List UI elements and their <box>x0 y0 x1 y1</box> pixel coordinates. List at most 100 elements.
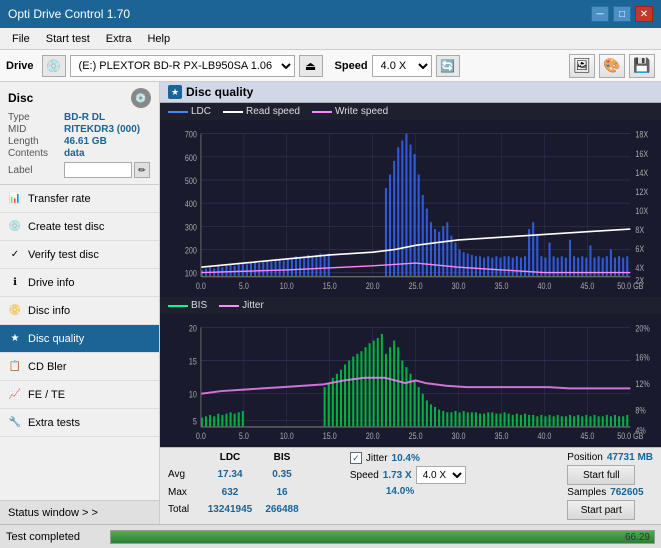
svg-text:30.0: 30.0 <box>452 430 466 441</box>
svg-text:10: 10 <box>189 389 197 400</box>
svg-text:45.0: 45.0 <box>580 430 594 441</box>
extra-tests-icon: 🔧 <box>8 416 22 430</box>
close-button[interactable]: ✕ <box>635 6 653 22</box>
svg-text:600: 600 <box>185 152 197 163</box>
svg-text:10.0: 10.0 <box>280 430 294 441</box>
fe-te-icon: 📈 <box>8 388 22 402</box>
total-bis: 266488 <box>260 504 304 520</box>
nav-transfer-rate[interactable]: 📊 Transfer rate <box>0 185 159 213</box>
drivebar: Drive 💿 (E:) PLEXTOR BD-R PX-LB950SA 1.0… <box>0 50 661 82</box>
samples-label: Samples <box>567 487 606 498</box>
nav-disc-quality[interactable]: ★ Disc quality <box>0 325 159 353</box>
chart-header: ★ Disc quality <box>160 82 661 103</box>
transfer-rate-icon: 📊 <box>8 192 22 206</box>
speed-stat-label: Speed <box>350 470 379 481</box>
svg-text:12X: 12X <box>635 186 648 197</box>
speed-stat-select[interactable]: 4.0 X <box>416 466 466 484</box>
nav-drive-info[interactable]: ℹ Drive info <box>0 269 159 297</box>
drive-info-icon: ℹ <box>8 276 22 290</box>
type-key: Type <box>8 112 64 123</box>
svg-text:40.0: 40.0 <box>537 280 551 291</box>
svg-text:40.0: 40.0 <box>537 430 551 441</box>
bottom-bar: Test completed 66.29 <box>0 524 661 548</box>
svg-text:30.0: 30.0 <box>452 280 466 291</box>
nav-transfer-rate-label: Transfer rate <box>28 193 91 205</box>
chart-title-icon: ★ <box>168 85 182 99</box>
completion-value: 66.29 <box>625 531 650 545</box>
disc-quality-icon: ★ <box>8 332 22 346</box>
eject-button[interactable]: ⏏ <box>299 55 323 77</box>
status-window-label: Status window > > <box>8 507 98 519</box>
position-label: Position <box>567 452 603 463</box>
jitter-avg: 10.4% <box>392 453 420 464</box>
svg-text:16%: 16% <box>635 352 650 363</box>
verify-test-disc-icon: ✓ <box>8 248 22 262</box>
progress-bar-fill <box>111 531 654 543</box>
progress-bar: 66.29 <box>110 530 655 544</box>
svg-text:400: 400 <box>185 198 197 209</box>
svg-text:4X: 4X <box>635 262 644 273</box>
toolbar-btn-1[interactable]: 🖼 <box>569 54 595 78</box>
drive-select[interactable]: (E:) PLEXTOR BD-R PX-LB950SA 1.06 <box>70 55 295 77</box>
toolbar-btn-3[interactable]: 💾 <box>629 54 655 78</box>
nav-verify-test-disc-label: Verify test disc <box>28 249 99 261</box>
svg-text:100: 100 <box>185 268 197 279</box>
svg-text:5: 5 <box>193 415 197 426</box>
minimize-button[interactable]: ─ <box>591 6 609 22</box>
menu-help[interactable]: Help <box>139 31 178 47</box>
nav-create-test-disc-label: Create test disc <box>28 221 104 233</box>
bottom-chart: 20 15 10 5 20% 16% 12% 8% 4% 0.0 5.0 10.… <box>160 314 661 447</box>
jitter-color <box>219 305 239 307</box>
disc-info-icon: 📀 <box>8 304 22 318</box>
speed-label: Speed <box>335 60 368 72</box>
main-layout: Disc 💿 Type BD-R DL MID RITEKDR3 (000) L… <box>0 82 661 524</box>
label-input[interactable] <box>64 162 132 178</box>
start-full-button[interactable]: Start full <box>567 465 635 485</box>
stats-empty <box>168 452 200 468</box>
menu-start-test[interactable]: Start test <box>38 31 98 47</box>
stats-grid: LDC BIS Avg 17.34 0.35 Max 632 16 Total … <box>168 452 346 520</box>
stats-bar: LDC BIS Avg 17.34 0.35 Max 632 16 Total … <box>160 447 661 524</box>
nav-cd-bier-label: CD Bler <box>28 361 67 373</box>
menu-file[interactable]: File <box>4 31 38 47</box>
status-window-button[interactable]: Status window > > <box>0 500 159 524</box>
nav-fe-te-label: FE / TE <box>28 389 65 401</box>
total-ldc: 13241945 <box>204 504 256 520</box>
nav-verify-test-disc[interactable]: ✓ Verify test disc <box>0 241 159 269</box>
nav-disc-quality-label: Disc quality <box>28 333 84 345</box>
nav-extra-tests[interactable]: 🔧 Extra tests <box>0 409 159 437</box>
sidebar: Disc 💿 Type BD-R DL MID RITEKDR3 (000) L… <box>0 82 160 524</box>
svg-text:14X: 14X <box>635 167 648 178</box>
create-test-disc-icon: 💿 <box>8 220 22 234</box>
svg-text:15: 15 <box>189 356 197 367</box>
nav-disc-info[interactable]: 📀 Disc info <box>0 297 159 325</box>
jitter-label: Jitter <box>366 453 388 464</box>
cd-bier-icon: 📋 <box>8 360 22 374</box>
menu-extra[interactable]: Extra <box>98 31 140 47</box>
refresh-button[interactable]: 🔄 <box>436 55 460 77</box>
start-part-button[interactable]: Start part <box>567 500 635 520</box>
maximize-button[interactable]: □ <box>613 6 631 22</box>
chart-title: Disc quality <box>186 85 253 99</box>
speed-select[interactable]: 4.0 X <box>372 55 432 77</box>
nav-fe-te[interactable]: 📈 FE / TE <box>0 381 159 409</box>
stats-right: ✓ Jitter 10.4% Speed 1.73 X 4.0 X <box>350 452 563 520</box>
nav-create-test-disc[interactable]: 💿 Create test disc <box>0 213 159 241</box>
svg-text:15.0: 15.0 <box>323 280 337 291</box>
app-title: Opti Drive Control 1.70 <box>8 7 130 21</box>
nav-cd-bier[interactable]: 📋 CD Bler <box>0 353 159 381</box>
svg-text:12%: 12% <box>635 378 650 389</box>
label-edit-button[interactable]: ✏ <box>134 162 150 178</box>
bottom-legend: BIS Jitter <box>160 297 661 314</box>
speed-stat-val: 1.73 X <box>383 470 412 481</box>
svg-text:35.0: 35.0 <box>495 430 509 441</box>
svg-text:6X: 6X <box>635 243 644 254</box>
status-text: Test completed <box>6 531 106 543</box>
mid-key: MID <box>8 124 64 135</box>
svg-text:25.0: 25.0 <box>409 430 423 441</box>
jitter-checkbox[interactable]: ✓ <box>350 452 362 464</box>
svg-text:16X: 16X <box>635 148 648 159</box>
toolbar-btn-2[interactable]: 🎨 <box>599 54 625 78</box>
disc-title: Disc <box>8 91 33 105</box>
svg-text:0.0: 0.0 <box>196 430 206 441</box>
